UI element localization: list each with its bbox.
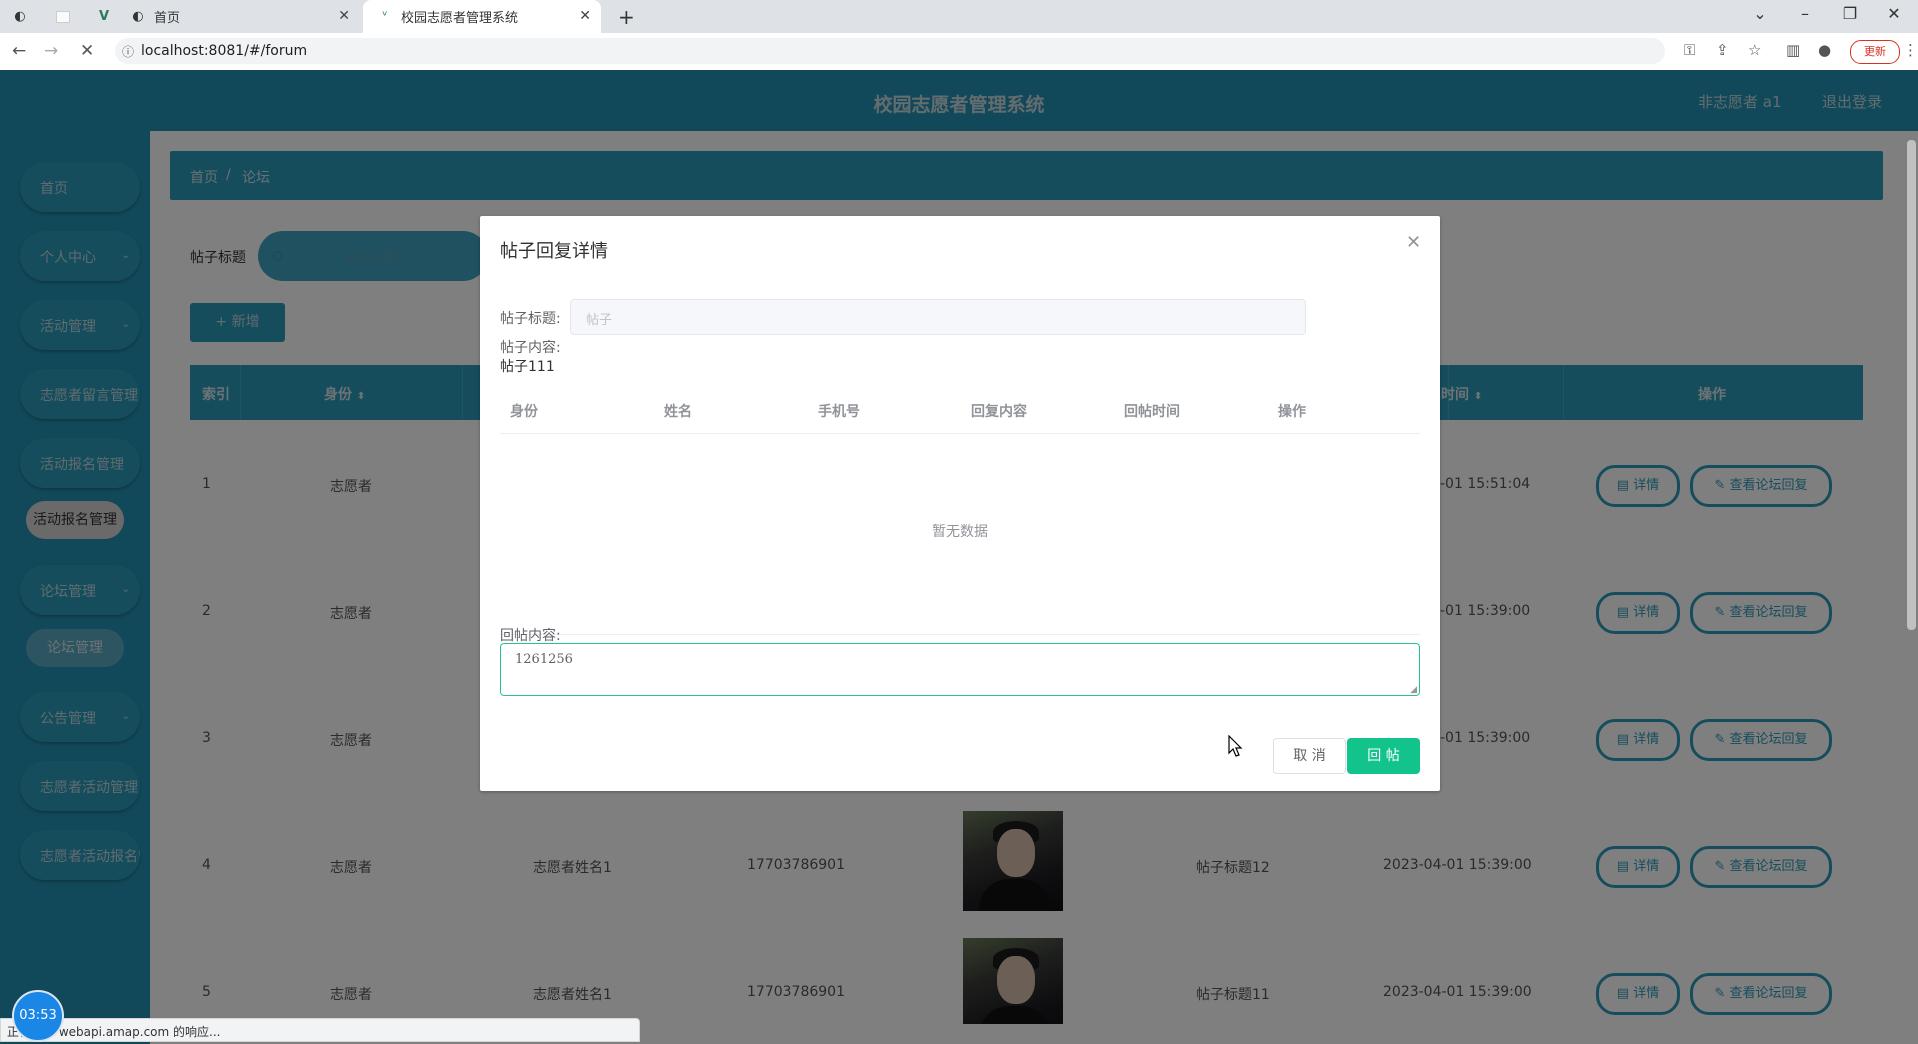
dialog-title: 帖子回复详情 <box>500 241 608 262</box>
reply-content-label: 回帖内容: <box>500 628 561 644</box>
address-bar[interactable]: ⓘ localhost:8081/#/forum <box>115 38 1665 64</box>
vue-icon: ᵛ <box>382 8 388 24</box>
tab-search-icon[interactable]: ⌄ <box>1740 4 1780 23</box>
post-content-label: 帖子内容: <box>500 340 561 356</box>
close-tab-icon[interactable]: ✕ <box>338 8 350 24</box>
globe-icon: ◐ <box>132 8 144 24</box>
reply-column-time: 回帖时间 <box>1124 404 1180 420</box>
close-tab-icon[interactable]: ✕ <box>579 8 591 24</box>
reply-column-actions: 操作 <box>1278 404 1306 420</box>
close-window-icon[interactable]: ✕ <box>1874 4 1914 23</box>
reply-submit-button[interactable]: 回 帖 <box>1347 738 1420 774</box>
stop-loading-icon[interactable]: ✕ <box>80 41 94 61</box>
globe-icon: ◐ <box>14 8 26 24</box>
cancel-button[interactable]: 取 消 <box>1273 738 1346 774</box>
key-icon[interactable]: ⚿ <box>1684 41 1695 59</box>
clock-badge[interactable]: 03:53 <box>12 990 64 1042</box>
info-icon[interactable]: ⓘ <box>122 43 134 60</box>
empty-state: 暂无数据 <box>500 434 1420 635</box>
menu-icon[interactable]: ⋮ <box>1903 41 1918 59</box>
tab-active-label: 校园志愿者管理系统 <box>401 11 519 26</box>
share-icon[interactable]: ⇪ <box>1716 41 1729 59</box>
address-text: localhost:8081/#/forum <box>141 43 308 59</box>
restore-icon[interactable]: ❐ <box>1830 4 1870 23</box>
star-icon[interactable]: ☆ <box>1748 41 1761 59</box>
back-icon[interactable]: ← <box>12 41 26 61</box>
reply-table-header: 身份 姓名 手机号 回复内容 回帖时间 操作 <box>500 381 1420 434</box>
reply-textarea-value: 1261256 <box>515 652 573 667</box>
mouse-cursor-icon <box>1228 735 1243 757</box>
resize-handle-icon[interactable]: ◢ <box>1410 685 1417 695</box>
reply-column-phone: 手机号 <box>818 404 860 420</box>
update-button[interactable]: 更新 <box>1850 40 1900 64</box>
tab-active[interactable]: ᵛ 校园志愿者管理系统 ✕ <box>363 0 601 33</box>
browser-status-bar: 正在等待 webapi.amap.com 的响应... <box>0 1018 640 1042</box>
reply-column-name: 姓名 <box>664 404 692 420</box>
tab-pinned-1[interactable]: ◐ <box>12 0 36 33</box>
post-title-value: 帖子 <box>586 313 613 328</box>
post-title-field[interactable]: 帖子 <box>570 299 1306 335</box>
reply-column-identity: 身份 <box>510 404 538 420</box>
tab-pinned-2[interactable] <box>56 0 80 33</box>
tab-home[interactable]: ◐ 首页 ✕ <box>130 0 360 33</box>
profile-icon[interactable]: ● <box>1818 41 1831 59</box>
minimize-icon[interactable]: – <box>1785 4 1825 23</box>
empty-text: 暂无数据 <box>932 524 988 540</box>
close-icon[interactable]: ✕ <box>1406 232 1421 253</box>
browser-tab-bar: ◐ V ◐ 首页 ✕ ᵛ 校园志愿者管理系统 ✕ + ⌄ – ❐ ✕ <box>0 0 1918 33</box>
page-icon <box>56 10 70 23</box>
reply-column-content: 回复内容 <box>971 404 1027 420</box>
tab-home-label: 首页 <box>154 11 181 26</box>
reply-detail-dialog: 帖子回复详情 ✕ 帖子标题: 帖子 帖子内容: 帖子111 身份 姓名 手机号 … <box>480 216 1440 791</box>
post-title-label: 帖子标题: <box>500 311 561 327</box>
reply-textarea[interactable]: 1261256 ◢ <box>500 643 1420 696</box>
vue-icon: V <box>98 8 110 24</box>
tab-pinned-3[interactable]: V <box>96 0 120 33</box>
post-content-value: 帖子111 <box>500 359 555 375</box>
scrollbar-thumb[interactable] <box>1907 140 1916 630</box>
browser-toolbar: ← → ✕ ⓘ localhost:8081/#/forum ⚿ ⇪ ☆ ▥ ●… <box>0 33 1918 71</box>
forward-icon[interactable]: → <box>44 41 58 61</box>
sidepanel-icon[interactable]: ▥ <box>1786 41 1800 59</box>
new-tab-icon[interactable]: + <box>618 5 635 29</box>
